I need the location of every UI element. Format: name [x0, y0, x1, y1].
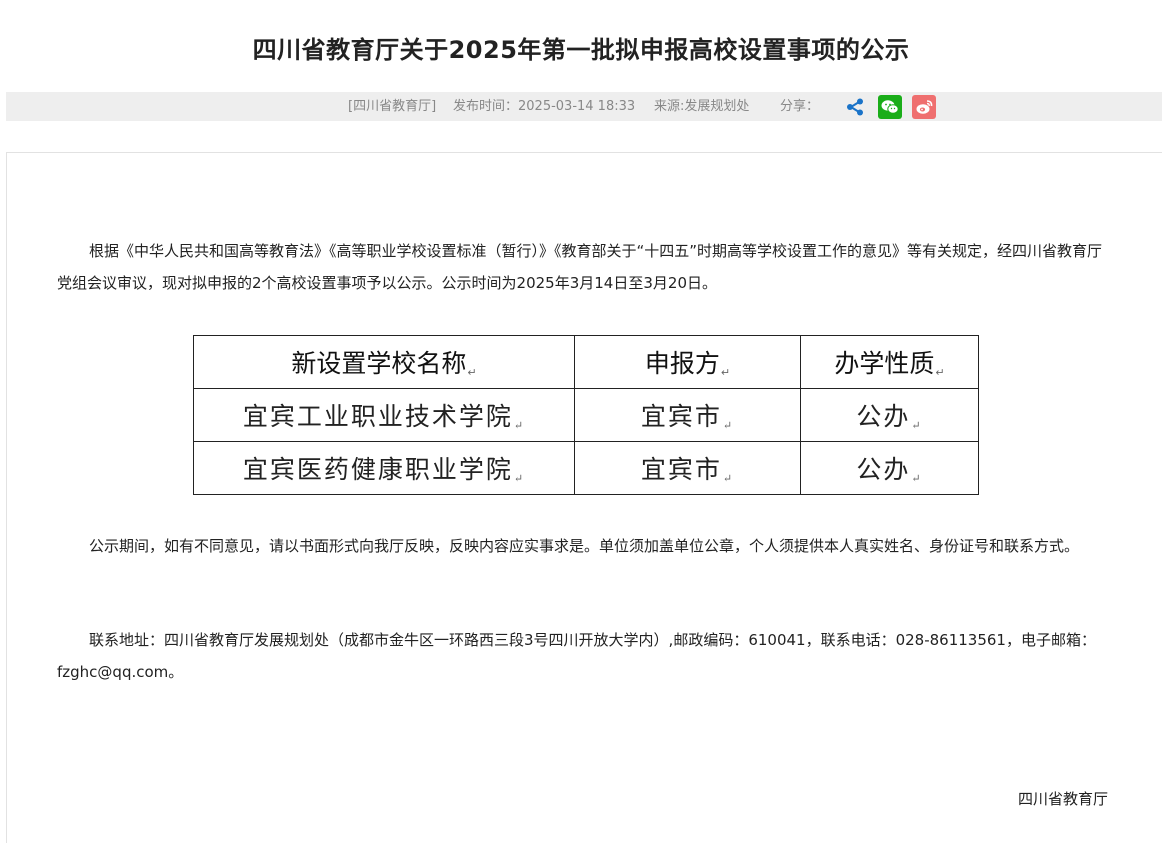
table-header-cell: 办学性质↵ — [800, 335, 979, 389]
publish-time: 发布时间：2025-03-14 18:33 — [453, 99, 636, 114]
table-row: 宜宾工业职业技术学院↵ 宜宾市↵ 公办↵ — [193, 388, 979, 442]
weibo-icon[interactable] — [912, 95, 936, 119]
table-cell: 公办↵ — [800, 388, 979, 442]
signature: 四川省教育厅 — [1018, 790, 1109, 808]
table-cell: 宜宾市↵ — [574, 388, 801, 442]
source-tag: [四川省教育厅] — [348, 99, 437, 114]
table-header-cell: 新设置学校名称↵ — [193, 335, 575, 389]
contact-paragraph: 联系地址：四川省教育厅发展规划处（成都市金牛区一环路西三段3号四川开放大学内）,… — [57, 631, 1096, 681]
table-header-cell: 申报方↵ — [574, 335, 801, 389]
origin-label: 来源:发展规划处 — [654, 99, 750, 114]
table-cell: 宜宾医药健康职业学院↵ — [193, 441, 575, 495]
schools-table: 新设置学校名称↵ 申报方↵ 办学性质↵ 宜宾工业职业技术学院↵ 宜宾市↵ 公办↵… — [193, 335, 979, 495]
wechat-icon[interactable] — [878, 95, 902, 119]
page-title: 四川省教育厅关于2025年第一批拟申报高校设置事项的公示 — [252, 36, 910, 64]
intro-paragraph: 根据《中华人民共和国高等教育法》《高等职业学校设置标准（暂行）》《教育部关于“十… — [57, 242, 1103, 292]
share-icon[interactable] — [844, 96, 866, 118]
table-cell: 宜宾工业职业技术学院↵ — [193, 388, 575, 442]
share-label: 分享： — [780, 99, 820, 114]
objection-paragraph: 公示期间，如有不同意见，请以书面形式向我厅反映，反映内容应实事求是。单位须加盖单… — [89, 537, 1080, 555]
meta-bar: [四川省教育厅] 发布时间：2025-03-14 18:33 来源:发展规划处 … — [6, 92, 1162, 121]
table-row: 宜宾医药健康职业学院↵ 宜宾市↵ 公办↵ — [193, 441, 979, 495]
table-cell: 公办↵ — [800, 441, 979, 495]
table-cell: 宜宾市↵ — [574, 441, 801, 495]
table-header-row: 新设置学校名称↵ 申报方↵ 办学性质↵ — [193, 335, 979, 389]
